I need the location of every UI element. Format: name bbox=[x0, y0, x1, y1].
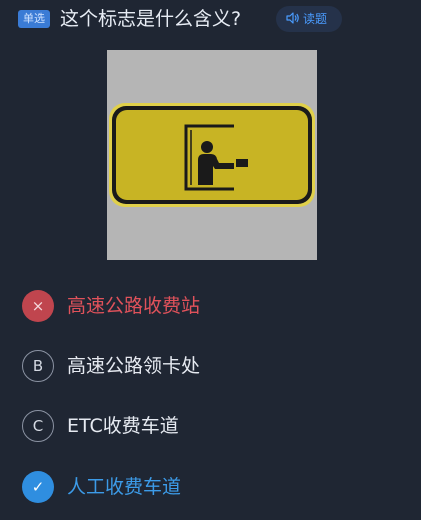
option-label: 高速公路领卡处 bbox=[67, 355, 201, 377]
read-question-label: 读题 bbox=[303, 12, 328, 26]
check-icon: ✓ bbox=[22, 471, 54, 503]
option-c[interactable]: C ETC收费车道 bbox=[22, 410, 402, 444]
option-letter: C bbox=[22, 410, 54, 442]
speaker-icon bbox=[286, 12, 299, 24]
question-type-badge: 单选 bbox=[18, 10, 50, 28]
option-d[interactable]: ✓ 人工收费车道 bbox=[22, 471, 402, 505]
option-b[interactable]: B 高速公路领卡处 bbox=[22, 350, 402, 384]
question-page: 单选 这个标志是什么含义? 读题 × 高速公路收费站 B 高速公路领卡处 C E… bbox=[0, 0, 421, 520]
question-header: 单选 这个标志是什么含义? 读题 bbox=[18, 6, 403, 32]
read-question-button[interactable]: 读题 bbox=[276, 6, 342, 32]
wrong-icon: × bbox=[22, 290, 54, 322]
toll-booth-sign-icon bbox=[107, 50, 317, 260]
option-letter: B bbox=[22, 350, 54, 382]
option-a[interactable]: × 高速公路收费站 bbox=[22, 290, 402, 324]
option-label: ETC收费车道 bbox=[67, 415, 179, 437]
question-text: 这个标志是什么含义? bbox=[60, 8, 242, 30]
option-label: 人工收费车道 bbox=[67, 476, 182, 498]
traffic-sign-image bbox=[107, 50, 317, 260]
option-label: 高速公路收费站 bbox=[67, 295, 201, 317]
